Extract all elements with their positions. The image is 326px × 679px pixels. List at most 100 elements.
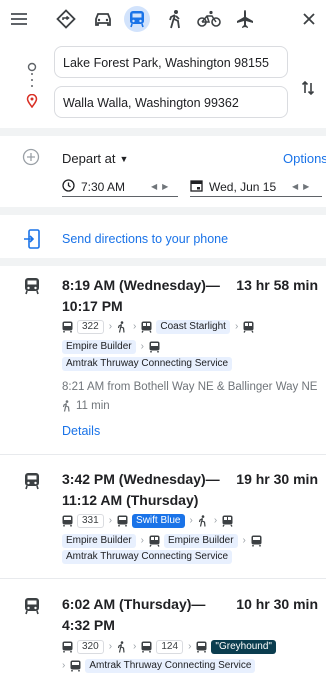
walking-icon xyxy=(62,400,73,412)
route-steps: 331 › Swift Blue › › xyxy=(62,512,233,530)
bus-icon xyxy=(70,660,81,672)
bus-line-chip: Swift Blue xyxy=(132,514,185,528)
depart-at-label: Depart at xyxy=(62,151,116,166)
bus-icon xyxy=(149,341,160,353)
bus-line-chip: "Greyhound" xyxy=(211,640,276,654)
bus-number-chip: 124 xyxy=(156,640,184,654)
departure-info: 8:21 AM from Bothell Way NE & Ballinger … xyxy=(62,381,318,393)
chevron-right-icon: › xyxy=(188,641,192,652)
bus-number-chip: 331 xyxy=(77,514,104,528)
route-duration: 19 hr 30 min xyxy=(236,471,318,487)
options-button[interactable]: Options xyxy=(283,151,326,166)
chevron-right-icon: › xyxy=(108,641,113,652)
route-time-range: 3:42 PM (Wednesday)—11:12 AM (Thursday) … xyxy=(62,469,322,511)
date-stepper-icon[interactable]: ◀▶ xyxy=(292,182,314,191)
walking-icon xyxy=(117,641,128,653)
chevron-right-icon: › xyxy=(189,515,193,526)
time-value: 7:30 AM xyxy=(81,179,126,194)
bus-icon xyxy=(251,535,262,547)
chevron-right-icon: › xyxy=(133,321,137,332)
bus-icon xyxy=(62,515,73,527)
chevron-down-icon: ▼ xyxy=(119,154,129,164)
date-value: Wed, Jun 15 xyxy=(209,179,277,194)
walk-time: 11 min xyxy=(62,397,110,415)
route-duration: 10 hr 30 min xyxy=(236,596,318,612)
send-directions-link[interactable]: Send directions to your phone xyxy=(62,232,228,246)
walking-icon[interactable] xyxy=(162,6,188,32)
time-stepper-icon[interactable]: ◀▶ xyxy=(151,182,173,191)
chevron-right-icon: › xyxy=(140,341,144,352)
chevron-right-icon: › xyxy=(62,660,66,671)
section-divider xyxy=(0,207,326,215)
walking-icon xyxy=(117,321,128,333)
bus-number-chip: 322 xyxy=(77,320,104,334)
bus-number-chip: 320 xyxy=(77,640,104,654)
train-icon xyxy=(243,321,254,333)
time-picker[interactable]: 7:30 AM ◀▶ xyxy=(62,177,178,197)
bus-icon xyxy=(62,641,73,653)
route-duration: 13 hr 58 min xyxy=(236,277,318,293)
chevron-right-icon: › xyxy=(108,321,113,332)
date-picker[interactable]: Wed, Jun 15 ◀▶ xyxy=(190,177,322,197)
chevron-right-icon: › xyxy=(133,641,137,652)
best-route-icon[interactable] xyxy=(53,6,79,32)
chevron-right-icon: › xyxy=(108,515,113,526)
route-steps: Empire Builder › xyxy=(62,338,160,356)
rail-line-chip: Empire Builder xyxy=(62,340,136,354)
transit-icon xyxy=(24,472,40,495)
clock-icon xyxy=(62,178,75,195)
walking-icon xyxy=(198,515,209,527)
route-times: 6:02 AM (Thursday)—4:32 PM xyxy=(62,596,206,633)
route-steps: › Amtrak Thruway Connecting Service xyxy=(62,657,256,675)
depart-at-dropdown[interactable]: Depart at ▼ xyxy=(62,151,128,166)
travel-mode-bar xyxy=(0,0,326,38)
bus-line-chip: Amtrak Thruway Connecting Service xyxy=(62,357,233,371)
route-steps: Amtrak Thruway Connecting Service xyxy=(62,550,233,564)
destination-field[interactable]: Walla Walla, Washington 99362 xyxy=(54,86,288,118)
close-icon[interactable] xyxy=(296,6,322,32)
route-steps: 322 › › Coast Starlight › xyxy=(62,318,254,336)
destination-pin-icon xyxy=(26,93,38,113)
route-steps: Empire Builder › Empire Builder › xyxy=(62,532,262,550)
route-times: 8:19 AM (Wednesday)—10:17 PM xyxy=(62,277,220,314)
route-time-range: 6:02 AM (Thursday)—4:32 PM 10 hr 30 min xyxy=(62,594,322,636)
transit-icon xyxy=(24,277,40,300)
bus-icon xyxy=(141,641,152,653)
section-divider xyxy=(0,258,326,266)
chevron-right-icon: › xyxy=(242,535,246,546)
bus-line-chip: Amtrak Thruway Connecting Service xyxy=(85,659,256,673)
walk-duration: 11 min xyxy=(76,400,110,412)
transit-icon xyxy=(24,597,40,620)
transit-icon[interactable] xyxy=(124,6,150,32)
add-stop-icon[interactable] xyxy=(22,148,40,171)
train-icon xyxy=(141,321,152,333)
calendar-icon xyxy=(190,179,203,195)
train-icon xyxy=(222,515,233,527)
details-link[interactable]: Details xyxy=(62,424,100,438)
car-icon[interactable] xyxy=(90,6,116,32)
route-divider xyxy=(0,578,326,579)
bus-line-chip: Amtrak Thruway Connecting Service xyxy=(62,550,233,564)
rail-line-chip: Empire Builder xyxy=(62,534,136,548)
bus-icon xyxy=(196,641,207,653)
bus-icon xyxy=(117,515,128,527)
route-steps: 320 › › 124 › "Greyhound" xyxy=(62,638,276,656)
route-divider xyxy=(0,454,326,455)
chevron-right-icon: › xyxy=(140,535,144,546)
swap-icon[interactable] xyxy=(301,79,315,102)
cycling-icon[interactable] xyxy=(196,6,222,32)
section-divider xyxy=(0,128,326,136)
flight-icon[interactable] xyxy=(232,6,258,32)
rail-line-chip: Empire Builder xyxy=(163,534,238,548)
route-times: 3:42 PM (Wednesday)—11:12 AM (Thursday) xyxy=(62,471,220,508)
send-to-phone-icon[interactable] xyxy=(24,229,40,254)
chevron-right-icon: › xyxy=(213,515,218,526)
menu-icon[interactable] xyxy=(6,6,32,32)
rail-line-chip: Coast Starlight xyxy=(156,320,230,334)
route-time-range: 8:19 AM (Wednesday)—10:17 PM 13 hr 58 mi… xyxy=(62,275,322,317)
route-steps: Amtrak Thruway Connecting Service xyxy=(62,357,233,371)
bus-icon xyxy=(62,321,73,333)
origin-field[interactable]: Lake Forest Park, Washington 98155 xyxy=(54,46,288,78)
chevron-right-icon: › xyxy=(234,321,239,332)
train-icon xyxy=(149,535,160,547)
